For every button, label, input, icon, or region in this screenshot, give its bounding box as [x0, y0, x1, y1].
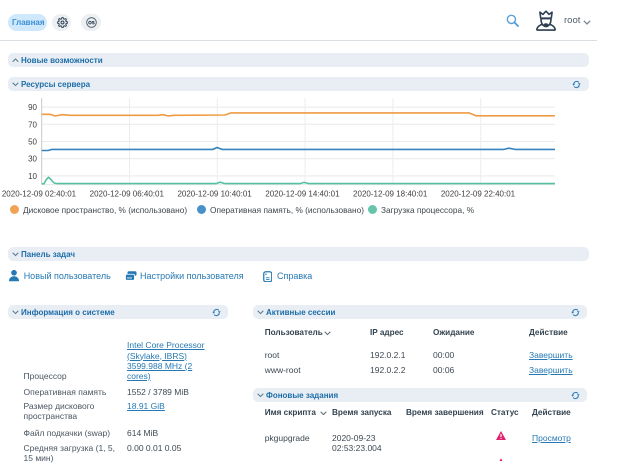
svg-text:90: 90	[28, 103, 37, 112]
svg-text:2020-12-09 14:40:01: 2020-12-09 14:40:01	[265, 190, 340, 199]
svg-text:50: 50	[28, 138, 37, 147]
svg-text:70: 70	[28, 120, 37, 129]
svg-text:10: 10	[28, 172, 37, 181]
svg-text:30: 30	[28, 155, 37, 164]
svg-text:2020-12-09 02:40:01: 2020-12-09 02:40:01	[2, 190, 77, 199]
svg-text:2020-12-09 06:40:01: 2020-12-09 06:40:01	[90, 190, 165, 199]
svg-text:2020-12-09 10:40:01: 2020-12-09 10:40:01	[177, 190, 252, 199]
svg-text:2020-12-09 18:40:01: 2020-12-09 18:40:01	[353, 190, 428, 199]
svg-text:2020-12-09 22:40:01: 2020-12-09 22:40:01	[441, 190, 516, 199]
